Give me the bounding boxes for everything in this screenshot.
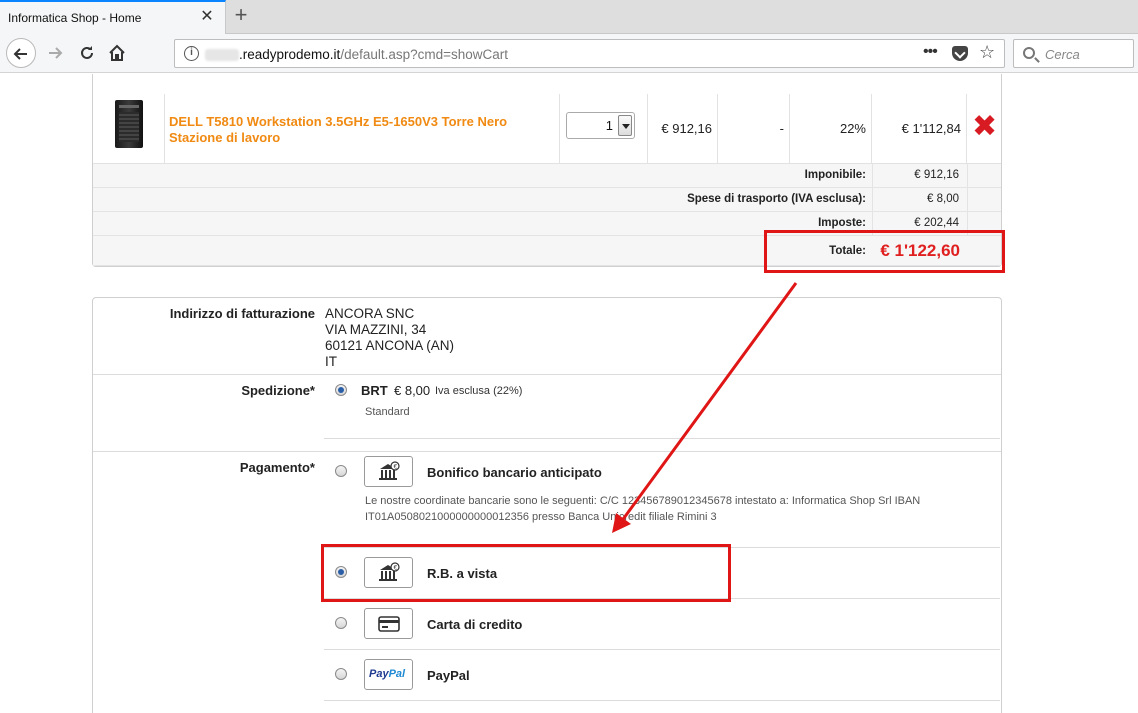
page-content: DELL T5810 Workstation 3.5GHz E5-1650V3 … bbox=[0, 74, 1138, 713]
new-tab-icon[interactable]: + bbox=[230, 4, 252, 28]
address-bar[interactable]: i .readyprodemo.it/default.asp?cmd=showC… bbox=[174, 39, 1005, 68]
home-icon bbox=[109, 44, 125, 61]
forward-arrow-icon bbox=[49, 47, 63, 59]
search-placeholder: Cerca bbox=[1045, 47, 1080, 62]
close-tab-icon[interactable]: ✕ bbox=[198, 8, 216, 26]
home-button[interactable] bbox=[102, 38, 132, 68]
url-path: /default.asp?cmd=showCart bbox=[340, 47, 509, 62]
search-input[interactable]: Cerca bbox=[1013, 39, 1134, 68]
tab-strip: Informatica Shop - Home ✕ + bbox=[0, 0, 1138, 35]
annotation-arrow bbox=[612, 282, 798, 533]
navigation-toolbar: i .readyprodemo.it/default.asp?cmd=showC… bbox=[0, 34, 1138, 73]
pocket-icon[interactable] bbox=[952, 46, 968, 61]
back-arrow-icon bbox=[13, 48, 27, 60]
bookmark-star-icon[interactable]: ☆ bbox=[979, 42, 995, 63]
page-actions-icon[interactable]: ••• bbox=[923, 43, 938, 61]
url-domain: .readyprodemo.it bbox=[239, 47, 341, 62]
search-icon bbox=[1023, 47, 1035, 59]
back-button[interactable] bbox=[6, 38, 36, 68]
reload-icon bbox=[81, 46, 93, 59]
redacted-subdomain bbox=[205, 49, 239, 61]
tab-title: Informatica Shop - Home bbox=[8, 11, 142, 25]
site-info-icon[interactable]: i bbox=[184, 46, 199, 61]
url-text: .readyprodemo.it/default.asp?cmd=showCar… bbox=[239, 47, 508, 62]
forward-button[interactable] bbox=[40, 38, 70, 68]
browser-tab[interactable]: Informatica Shop - Home ✕ bbox=[0, 0, 226, 35]
reload-button[interactable] bbox=[72, 38, 102, 68]
